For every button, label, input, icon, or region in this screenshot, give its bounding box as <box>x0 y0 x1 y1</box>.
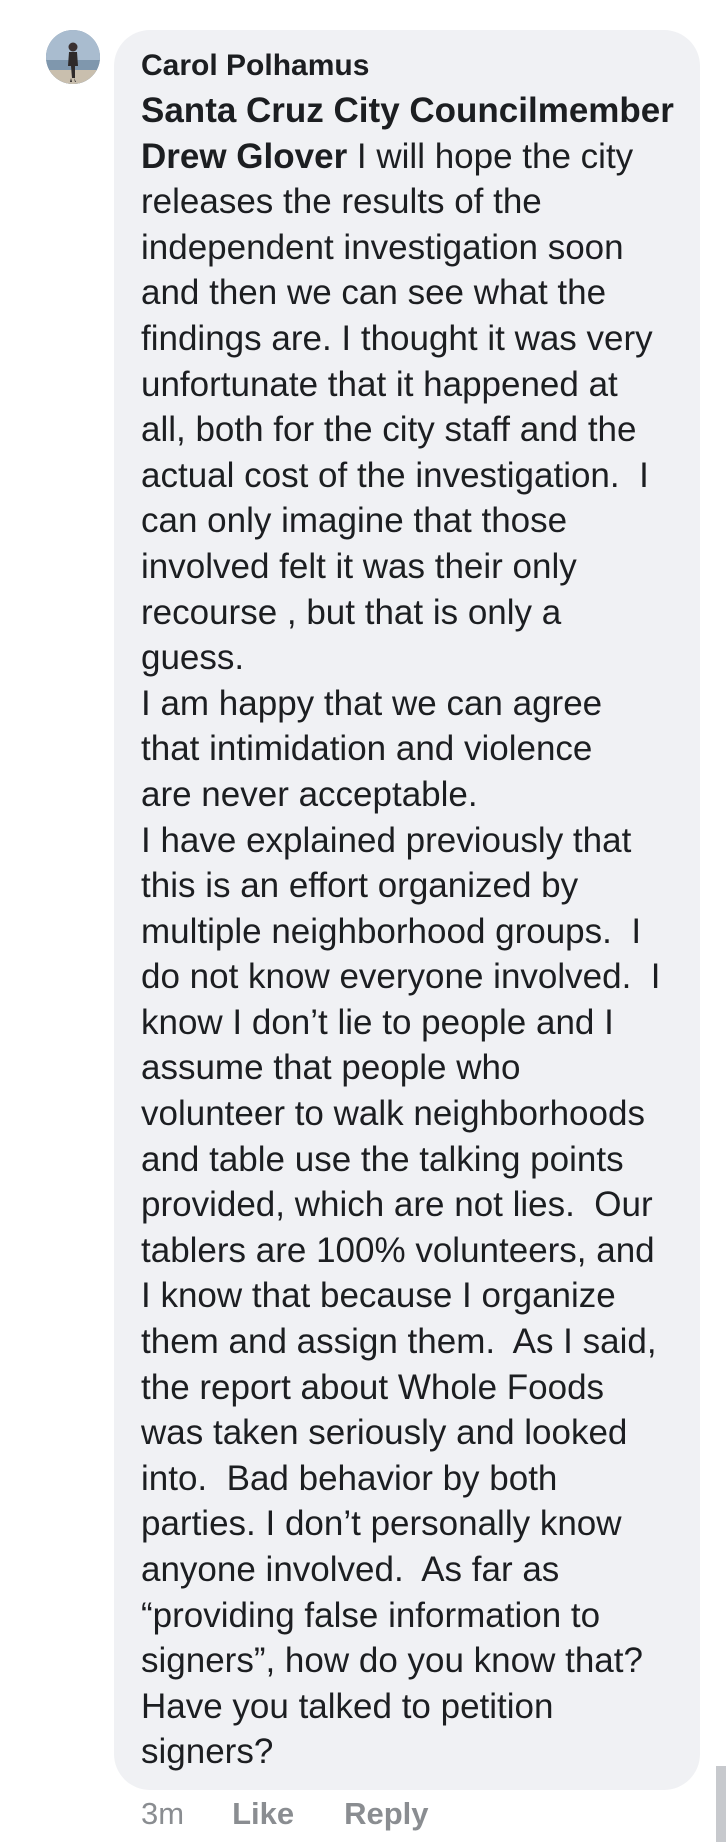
comment-text-segment: involved felt it was their only <box>141 546 577 586</box>
comment-text-line: assume that people who <box>141 1045 680 1091</box>
comment-text-line: tablers are 100% volunteers, and <box>141 1228 680 1274</box>
author-name[interactable]: Carol Polhamus <box>141 46 680 86</box>
comment-text-line: unfortunate that it happened at <box>141 362 680 408</box>
comment-text-line: I know that because I organize <box>141 1273 680 1319</box>
mention-tag[interactable]: Drew Glover <box>141 137 347 176</box>
comment-text-segment: releases the results of the <box>141 182 542 222</box>
comment-text-line: recourse , but that is only a <box>141 590 680 636</box>
comment-text-segment: multiple neighborhood groups. I <box>141 911 642 951</box>
comment-text-segment: all, both for the city staff and the <box>141 410 637 450</box>
reply-button[interactable]: Reply <box>344 1796 428 1832</box>
comment-text-segment: volunteer to walk neighborhoods <box>141 1094 645 1134</box>
comment-text-line: anyone involved. As far as <box>141 1547 680 1593</box>
comment-text-segment: that intimidation and violence <box>141 729 593 769</box>
comment-text-line: do not know everyone involved. I <box>141 954 680 1000</box>
comment-text-line: “providing false information to <box>141 1593 680 1639</box>
comment-text-segment: Have you talked to petition <box>141 1686 554 1726</box>
comment-text-line: and then we can see what the <box>141 270 680 316</box>
comment-text-line: I am happy that we can agree <box>141 681 680 727</box>
comment-text-line: into. Bad behavior by both <box>141 1456 680 1502</box>
comment-text-line: signers? <box>141 1729 680 1775</box>
comment-actions: 3m Like Reply <box>141 1792 479 1836</box>
comment-text-line: Have you talked to petition <box>141 1684 680 1730</box>
comment-text-line: involved felt it was their only <box>141 544 680 590</box>
comment-text-line: and table use the talking points <box>141 1137 680 1183</box>
comment-text-segment: know I don’t lie to people and I <box>141 1002 614 1042</box>
comment-text-segment: this is an effort organized by <box>141 866 579 906</box>
comment-text-segment: tablers are 100% volunteers, and <box>141 1230 655 1270</box>
comment-text-segment: I am happy that we can agree <box>141 683 603 723</box>
comment-text-line: are never acceptable. <box>141 772 680 818</box>
comment-text-segment: the report about Whole Foods <box>141 1367 605 1407</box>
comment-text-segment: “providing false information to <box>141 1595 601 1635</box>
comment-text-line: was taken seriously and looked <box>141 1410 680 1456</box>
comment-text-segment: signers”, how do you know that? <box>141 1641 643 1681</box>
comment-text-segment: anyone involved. As far as <box>141 1550 560 1589</box>
comment-text-segment: findings are. I thought it was very <box>141 318 653 358</box>
timestamp[interactable]: 3m <box>141 1796 184 1832</box>
comment-text-line: independent investigation soon <box>141 225 680 271</box>
mention-tag[interactable]: Santa Cruz City Councilmember <box>141 91 674 130</box>
comment-text-line: provided, which are not lies. Our <box>141 1182 680 1228</box>
comment-text-line: releases the results of the <box>141 179 680 225</box>
comment-text-segment: unfortunate that it happened at <box>141 364 618 404</box>
comment-text-line: I have explained previously that <box>141 818 680 864</box>
comment-text-segment: I will hope the city <box>347 136 634 176</box>
comment-text-line: can only imagine that those <box>141 498 680 544</box>
comment-text-segment: was taken seriously and looked <box>141 1413 628 1453</box>
comment-text-segment: do not know everyone involved. I <box>141 957 661 997</box>
comment-text-segment: guess. <box>141 638 245 678</box>
comment-text-line: Santa Cruz City Councilmember <box>141 88 680 134</box>
comment-text-line: findings are. I thought it was very <box>141 316 680 362</box>
comment-text-segment: assume that people who <box>141 1048 521 1088</box>
comment-text-segment: can only imagine that those <box>141 501 568 541</box>
comment-text-segment: and table use the talking points <box>141 1139 624 1179</box>
comment-text-segment: and then we can see what the <box>141 273 607 313</box>
comment-text-segment: I have explained previously that <box>141 820 632 860</box>
comment-text-line: signers”, how do you know that? <box>141 1638 680 1684</box>
comment-text: Santa Cruz City Councilmember Drew Glover… <box>141 88 680 1775</box>
comment-text-segment: them and assign them. As I said, <box>141 1322 657 1362</box>
comment-text-line: multiple neighborhood groups. I <box>141 909 680 955</box>
comment-text-line: them and assign them. As I said, <box>141 1319 680 1365</box>
comment-text-line: that intimidation and violence <box>141 726 680 772</box>
scrollbar-thumb[interactable] <box>716 1766 726 1842</box>
comment-text-segment: into. Bad behavior by both <box>141 1458 558 1498</box>
comment-text-segment: are never acceptable. <box>141 774 478 814</box>
comment-text-segment: parties. I don’t personally know <box>141 1504 622 1544</box>
comment-text-line: know I don’t lie to people and I <box>141 1000 680 1046</box>
comment-text-line: parties. I don’t personally know <box>141 1501 680 1547</box>
comment-text-segment: provided, which are not lies. Our <box>141 1185 653 1225</box>
comment-text-segment: independent investigation soon <box>141 227 624 267</box>
comment-text-line: Drew Glover I will hope the city <box>141 134 680 180</box>
comment-text-line: all, both for the city staff and the <box>141 407 680 453</box>
profile-photo-icon <box>46 30 100 84</box>
avatar[interactable] <box>46 30 100 84</box>
comment-text-line: volunteer to walk neighborhoods <box>141 1091 680 1137</box>
comment-text-segment: actual cost of the investigation. I <box>141 455 649 495</box>
comment-text-segment: I know that because I organize <box>141 1276 616 1316</box>
comment-text-line: guess. <box>141 635 680 681</box>
like-button[interactable]: Like <box>232 1796 294 1832</box>
comment-text-segment: signers? <box>141 1732 274 1772</box>
comment: Carol Polhamus Santa Cruz City Councilme… <box>0 0 726 1842</box>
comment-text-line: actual cost of the investigation. I <box>141 453 680 499</box>
comment-bubble: Carol Polhamus Santa Cruz City Councilme… <box>114 30 700 1790</box>
comment-text-segment: recourse , but that is only a <box>141 592 562 632</box>
comment-text-line: the report about Whole Foods <box>141 1365 680 1411</box>
comment-text-line: this is an effort organized by <box>141 863 680 909</box>
